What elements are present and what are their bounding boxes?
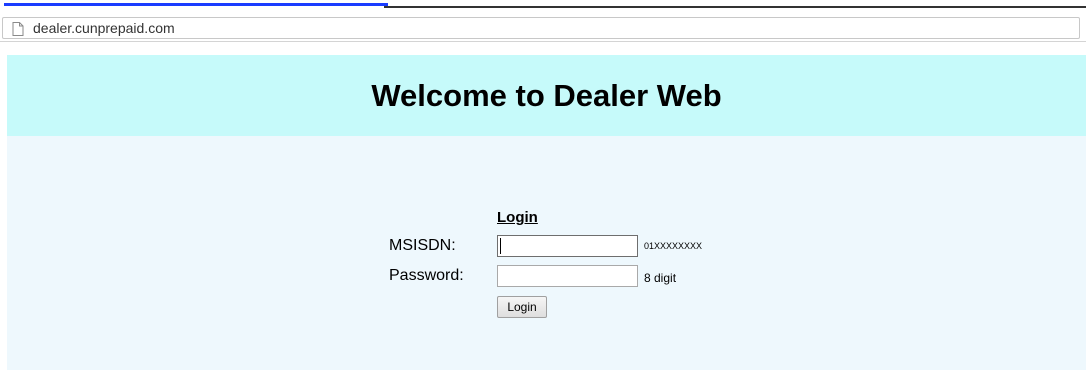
page-content: Welcome to Dealer Web Login MSISDN: 01XX… <box>7 55 1086 370</box>
page-icon <box>12 22 24 36</box>
login-heading: Login <box>497 209 538 226</box>
msisdn-hint: 01XXXXXXXX <box>644 241 703 251</box>
divider <box>384 6 1086 8</box>
text-caret <box>500 238 501 254</box>
top-link-fragment[interactable] <box>4 0 388 6</box>
page-title: Welcome to Dealer Web <box>371 78 722 113</box>
top-strip <box>0 0 1086 14</box>
login-button[interactable]: Login <box>497 296 547 318</box>
header-band: Welcome to Dealer Web <box>7 55 1086 136</box>
link-underline <box>4 3 388 6</box>
password-hint: 8 digit <box>644 271 677 285</box>
password-input[interactable] <box>497 265 638 287</box>
msisdn-input[interactable] <box>497 235 638 257</box>
password-label: Password: <box>389 267 464 284</box>
url-box[interactable]: dealer.cunprepaid.com <box>2 17 1080 39</box>
address-bar: dealer.cunprepaid.com <box>0 14 1086 42</box>
msisdn-label: MSISDN: <box>389 237 456 254</box>
url-text[interactable]: dealer.cunprepaid.com <box>33 20 175 36</box>
